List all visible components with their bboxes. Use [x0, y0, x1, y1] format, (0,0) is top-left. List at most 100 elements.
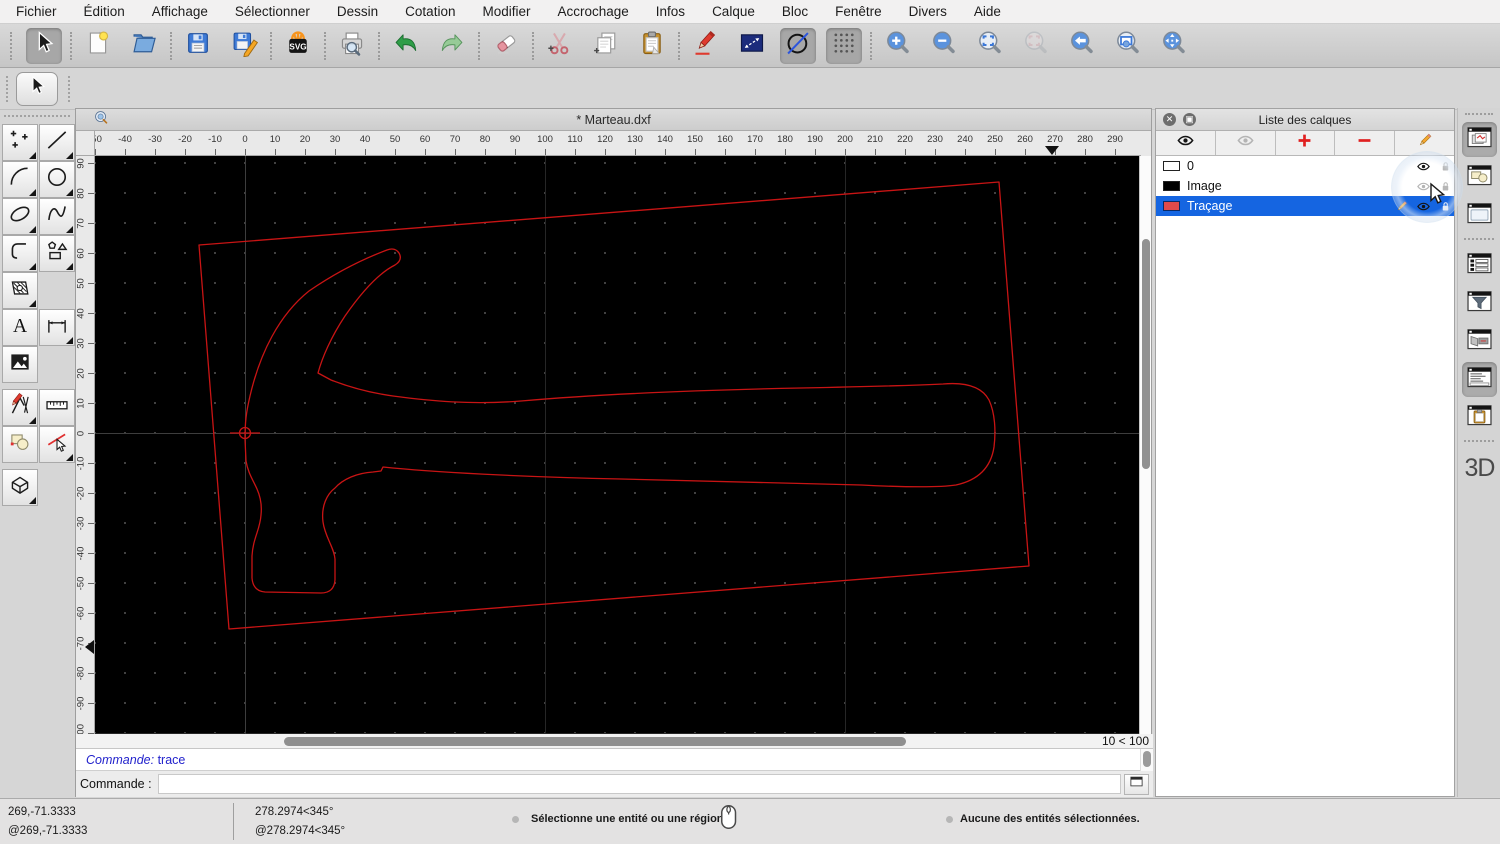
layer-row-image[interactable]: Image: [1156, 176, 1454, 196]
library-browser-panel-toggle-button[interactable]: [1462, 248, 1497, 283]
menu-bloc[interactable]: Bloc: [782, 4, 808, 19]
close-panel-icon[interactable]: ✕: [1163, 113, 1176, 126]
text-tool-button[interactable]: A: [2, 309, 38, 346]
zoom-in-button[interactable]: [880, 28, 916, 64]
menu-affichage[interactable]: Affichage: [152, 4, 208, 19]
remove-layer-button[interactable]: [1335, 131, 1396, 155]
add-layer-button[interactable]: [1276, 131, 1336, 155]
open-file-button[interactable]: [126, 28, 162, 64]
hint-indicator-dot: [512, 816, 519, 823]
option-toolbar-drag-handle-2[interactable]: [68, 75, 72, 102]
toolbar-drag-handle[interactable]: [10, 31, 14, 60]
menu-aide[interactable]: Aide: [974, 4, 1001, 19]
clipboard-panel-toggle-button[interactable]: [1462, 400, 1497, 435]
drawing-canvas[interactable]: [95, 156, 1141, 734]
command-history-scroll-thumb[interactable]: [1143, 751, 1151, 767]
dock-drag-handle[interactable]: [1465, 113, 1493, 115]
image-tool-button[interactable]: [2, 346, 38, 383]
option-toolbar-drag-handle[interactable]: [6, 75, 10, 102]
menu-fichier[interactable]: Fichier: [16, 4, 57, 19]
expand-command-window-button[interactable]: [1124, 773, 1149, 795]
float-panel-icon[interactable]: ▣: [1183, 113, 1196, 126]
selection-filter-panel-toggle-button[interactable]: [1462, 286, 1497, 321]
h-ruler-label: 140: [657, 134, 673, 145]
layer-row-0[interactable]: 0: [1156, 156, 1454, 176]
new-file-button[interactable]: [80, 28, 116, 64]
menu-slectionner[interactable]: Sélectionner: [235, 4, 310, 19]
menu-divers[interactable]: Divers: [909, 4, 947, 19]
v-ruler-tick: [88, 403, 94, 404]
redo-button[interactable]: [434, 28, 470, 64]
render-panel-toggle-button[interactable]: [1462, 324, 1497, 359]
command-input[interactable]: [157, 774, 1121, 794]
dimension-tools-button[interactable]: [39, 309, 75, 346]
canvas-vertical-scrollbar[interactable]: [1139, 156, 1151, 734]
solid-3d-tools-button[interactable]: [2, 469, 38, 506]
menu-accrochage[interactable]: Accrochage: [557, 4, 628, 19]
layer-row-traage[interactable]: Traçage: [1156, 196, 1454, 216]
menu-calque[interactable]: Calque: [712, 4, 755, 19]
h-ruler-label: 30: [329, 134, 341, 145]
selection-pointer-button[interactable]: [16, 71, 58, 106]
circle-tools-button[interactable]: [39, 161, 75, 198]
block-list-panel-toggle-button[interactable]: [1462, 160, 1497, 195]
zoom-out-button[interactable]: [926, 28, 962, 64]
draw-mode-button[interactable]: [688, 28, 724, 64]
zoom-auto-button[interactable]: [972, 28, 1008, 64]
measure-tools-button[interactable]: [39, 389, 75, 426]
erase-button[interactable]: [488, 28, 524, 64]
palette-drag-handle[interactable]: [4, 115, 70, 117]
arc-tools-button[interactable]: [2, 161, 38, 198]
hatch-tool-button[interactable]: [2, 272, 38, 309]
horizontal-scroll-thumb[interactable]: [284, 737, 906, 746]
polyline-tools-button[interactable]: [2, 235, 38, 272]
menu-dition[interactable]: Édition: [84, 4, 125, 19]
line-tools-button[interactable]: [39, 124, 75, 161]
zoom-pan-button[interactable]: [1156, 28, 1192, 64]
cut-button[interactable]: [542, 28, 578, 64]
hide-all-layers-button[interactable]: [1216, 131, 1276, 155]
grid-toggle-button[interactable]: [826, 27, 862, 64]
svg-export-button[interactable]: SVG: [280, 28, 316, 64]
save-file-as-button[interactable]: [226, 28, 262, 64]
layer-lock-icon[interactable]: [1438, 159, 1453, 177]
tool-option-row: [0, 68, 1500, 110]
menu-infos[interactable]: Infos: [656, 4, 685, 19]
edit-layer-button[interactable]: [1395, 131, 1454, 155]
modify-tools-button[interactable]: [2, 389, 38, 426]
save-file-button[interactable]: [180, 28, 216, 64]
point-tools-button[interactable]: [2, 124, 38, 161]
dimension-mode-button[interactable]: [734, 28, 770, 64]
layer-list-panel-toggle-button[interactable]: [1462, 122, 1497, 157]
menu-fentre[interactable]: Fenêtre: [835, 4, 882, 19]
menu-cotation[interactable]: Cotation: [405, 4, 455, 19]
attribute-tools-button[interactable]: [39, 426, 75, 463]
paste-button[interactable]: [634, 28, 670, 64]
ellipse-tools-button[interactable]: [2, 198, 38, 235]
trace-mode-button[interactable]: [780, 27, 816, 64]
shape-tools-button[interactable]: [39, 235, 75, 272]
zoom-window-button[interactable]: [1110, 28, 1146, 64]
select-tool-button[interactable]: [26, 27, 62, 64]
zoom-previous-button[interactable]: [1064, 28, 1100, 64]
canvas-horizontal-scrollbar[interactable]: 10 < 100: [76, 734, 1153, 749]
property-editor-panel-toggle-button[interactable]: [1462, 198, 1497, 233]
command-history-scrollbar[interactable]: [1140, 749, 1153, 771]
layer-visibility-eye-icon[interactable]: [1416, 159, 1431, 177]
show-all-layers-button[interactable]: [1156, 131, 1216, 155]
drawing-window-titlebar[interactable]: * Marteau.dxf: [76, 109, 1151, 131]
dxf-drawing: [198, 181, 1030, 630]
spline-tools-button[interactable]: [39, 198, 75, 235]
copy-button[interactable]: [588, 28, 624, 64]
block-tools-button[interactable]: [2, 426, 38, 463]
horizontal-ruler: -50 -40 -30 -20 -10 0 10 20 30 40 50 60 70 80 90 100 110…: [95, 131, 1141, 156]
toolbar-group: [380, 28, 478, 64]
command-line-panel-toggle-button[interactable]: [1462, 362, 1497, 397]
undo-button[interactable]: [388, 28, 424, 64]
menu-modifier[interactable]: Modifier: [482, 4, 530, 19]
menu-dessin[interactable]: Dessin: [337, 4, 378, 19]
print-preview-button[interactable]: [334, 28, 370, 64]
v-ruler-tick: [88, 343, 94, 344]
vertical-scroll-thumb[interactable]: [1141, 239, 1150, 469]
zoom-previous-icon: [1068, 29, 1096, 62]
